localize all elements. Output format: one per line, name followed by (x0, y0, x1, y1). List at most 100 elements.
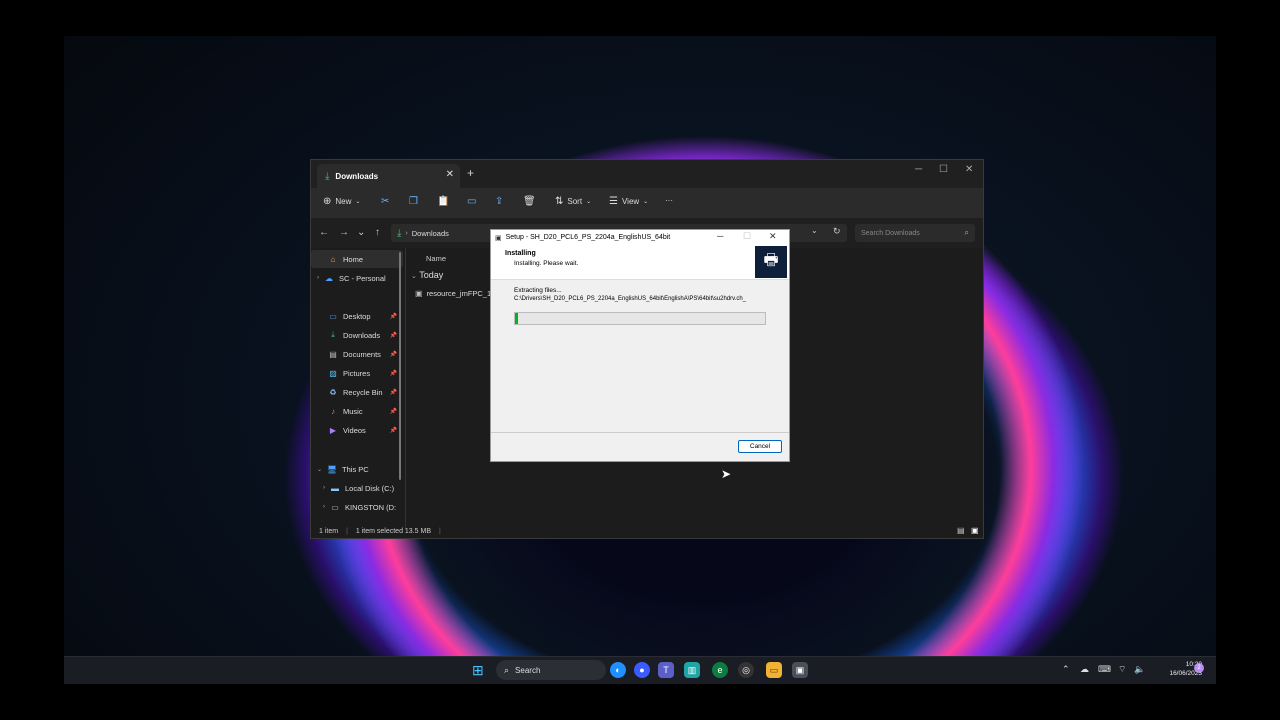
sidebar-item-music[interactable]: ♪ Music 📌 (311, 402, 403, 420)
sidebar-item-pictures[interactable]: ▨ Pictures 📌 (311, 364, 403, 382)
file-list-item[interactable]: ▣ resource_jmFPC_16 (415, 285, 495, 301)
sidebar-item-label: Downloads (343, 330, 381, 340)
back-arrow-icon[interactable]: ← (319, 227, 329, 238)
delete-button[interactable]: 🗑 (523, 196, 536, 207)
group-header-today[interactable]: ⌄ Today (411, 270, 443, 280)
sidebar-item-label: Videos (343, 425, 366, 435)
view-button[interactable]: ☰ View ⌄ (609, 196, 648, 207)
expand-chevron-icon: › (317, 275, 319, 281)
close-dialog-icon[interactable]: ✕ (769, 231, 777, 242)
wifi-icon[interactable]: ⌔ (1118, 664, 1126, 675)
chat-app-icon[interactable]: ◐ (610, 662, 626, 678)
start-button[interactable]: ⊞ (472, 662, 484, 679)
address-dropdown-icon[interactable]: ⌄ (811, 226, 818, 235)
collapse-chevron-icon: ⌄ (411, 273, 417, 280)
rename-button[interactable]: ▭ (467, 196, 476, 207)
sidebar-item-home[interactable]: ⌂ Home (311, 250, 403, 268)
sidebar-item-kingston[interactable]: › ▭ KINGSTON (D: (311, 498, 403, 516)
progress-fill (515, 313, 518, 324)
view-label: View (621, 197, 640, 206)
cloud-icon: ☁ (325, 273, 333, 283)
paste-icon: 📋 (437, 196, 450, 207)
paste-button[interactable]: 📋 (437, 196, 449, 207)
more-options-button[interactable]: ··· (665, 196, 673, 205)
close-window-icon[interactable]: ✕ (965, 164, 973, 175)
pin-icon: 📌 (389, 389, 397, 396)
sidebar-item-recycle-bin[interactable]: ♻ Recycle Bin 📌 (311, 383, 403, 401)
keyboard-icon[interactable]: ⌨ (1098, 664, 1111, 675)
pin-icon: 📌 (389, 408, 397, 415)
search-placeholder: Search Downloads (861, 229, 920, 237)
setup-title: Setup - SH_D20_PCL6_PS_2204a_EnglishUS_6… (505, 234, 671, 241)
maximize-icon[interactable]: ☐ (939, 164, 948, 175)
setup-divider (491, 432, 789, 433)
onedrive-icon[interactable]: ☁ (1080, 664, 1089, 675)
edge-browser-icon[interactable]: e (712, 662, 728, 678)
search-icon: ⌕ (504, 664, 510, 675)
chevron-down-icon: ⌄ (355, 199, 361, 205)
sidebar-item-label: Home (343, 254, 364, 264)
file-explorer-icon[interactable]: ▭ (766, 662, 782, 678)
sidebar-item-desktop[interactable]: ▭ Desktop 📌 (311, 307, 403, 325)
minimize-icon[interactable]: ─ (717, 231, 723, 241)
extract-path: C:\Drivers\SH_D20_PCL6_PS_2204a_EnglishU… (514, 296, 747, 302)
show-hidden-icons-chevron-icon[interactable]: ⌃ (1062, 664, 1070, 675)
breadcrumb-downloads[interactable]: Downloads (412, 229, 449, 238)
status-divider: | (438, 527, 441, 535)
sidebar-scrollbar[interactable] (399, 252, 401, 480)
expand-chevron-icon: › (323, 485, 325, 491)
search-field[interactable]: Search Downloads ⌕ (855, 224, 975, 242)
new-tab-button[interactable]: + (467, 166, 474, 180)
chrome-browser-icon[interactable]: ◎ (738, 662, 754, 678)
sidebar-item-downloads[interactable]: ⤓ Downloads 📌 (311, 326, 403, 344)
share-button[interactable]: ⇪ (495, 196, 503, 207)
sidebar-item-label: Pictures (343, 368, 371, 378)
teams-icon[interactable]: T (658, 662, 674, 678)
videos-icon: ▶ (329, 425, 337, 435)
sidebar-item-videos[interactable]: ▶ Videos 📌 (311, 421, 403, 439)
forward-arrow-icon[interactable]: → (339, 227, 349, 238)
tab-downloads[interactable]: ⤓ Downloads ✕ (317, 164, 460, 188)
pin-icon: 📌 (389, 313, 397, 320)
trash-icon: 🗑 (523, 196, 536, 207)
tiles-view-icon[interactable]: ▣ (971, 526, 979, 535)
copy-button[interactable]: ❐ (409, 196, 418, 207)
details-view-icon[interactable]: ▤ (957, 526, 965, 535)
setup-taskbar-icon[interactable]: ▣ (792, 662, 808, 678)
taskbar-search[interactable]: ⌕ Search (496, 660, 606, 680)
new-button[interactable]: ⊕ New ⌄ (323, 196, 360, 207)
meet-app-icon[interactable]: ● (634, 662, 650, 678)
notification-badge-icon[interactable]: 2 (1194, 663, 1204, 673)
chevron-down-icon: ⌄ (643, 199, 649, 205)
cut-button[interactable]: ✂ (381, 196, 389, 207)
recent-chevron-icon[interactable]: ⌄ (357, 227, 365, 238)
desktop: ⤓ Downloads ✕ + ─ ☐ ✕ ⊕ New ⌄ ✂ ❐ 📋 ▭ ⇪ … (64, 36, 1216, 684)
group-label: Today (419, 270, 444, 280)
cancel-button[interactable]: Cancel (738, 440, 782, 453)
sort-button[interactable]: ⇅ Sort ⌄ (555, 196, 591, 207)
sidebar-item-label: Local Disk (C:) (345, 483, 395, 493)
home-icon: ⌂ (330, 254, 336, 264)
task-view-icon[interactable]: ▥ (684, 662, 700, 678)
sidebar-item-sc-personal[interactable]: › ☁ SC - Personal (311, 269, 403, 287)
sort-icon: ⇅ (555, 196, 564, 207)
desktop-icon: ▭ (329, 311, 337, 321)
breadcrumb-chevron-icon: › (405, 229, 408, 237)
up-arrow-icon[interactable]: ↑ (375, 227, 380, 238)
volume-icon[interactable]: 🔈 (1134, 664, 1145, 675)
navigation-pane: ⌂ Home › ☁ SC - Personal ▭ Desktop 📌 ⤓ D… (311, 248, 403, 524)
refresh-icon[interactable]: ↻ (833, 226, 841, 237)
column-header-name[interactable]: Name (426, 254, 446, 263)
sidebar-item-this-pc[interactable]: ⌄ 🖥 This PC (311, 460, 403, 478)
sidebar-item-local-disk[interactable]: › ▬ Local Disk (C:) (311, 479, 403, 497)
setup-heading: Installing (505, 250, 536, 257)
close-tab-icon[interactable]: ✕ (446, 169, 454, 180)
pane-divider[interactable] (405, 248, 406, 530)
sidebar-item-label: SC - Personal (339, 273, 386, 283)
sidebar-item-label: Music (343, 406, 363, 416)
sidebar-item-label: This PC (342, 464, 369, 474)
sidebar-item-documents[interactable]: ▤ Documents 📌 (311, 345, 403, 363)
minimize-icon[interactable]: ─ (915, 164, 922, 175)
file-name: resource_jmFPC_16 (426, 288, 495, 298)
sidebar-item-label: Desktop (343, 311, 371, 321)
